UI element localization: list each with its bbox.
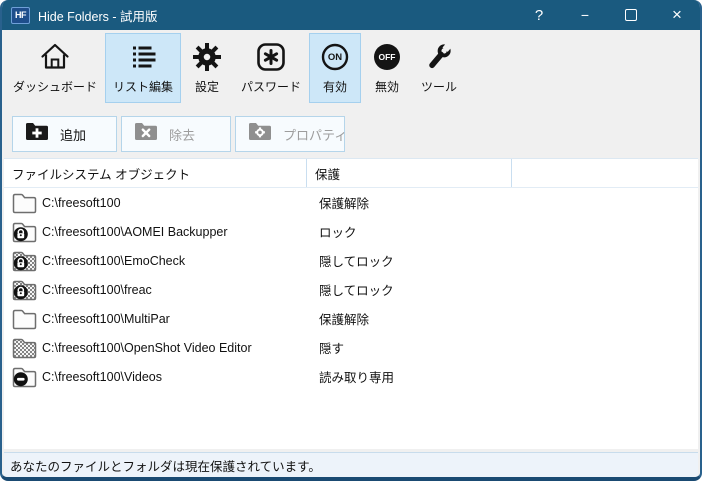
folder-plain-icon <box>12 308 38 330</box>
home-icon <box>37 39 73 75</box>
maximize-icon <box>625 9 637 21</box>
protection-status: 隠してロック <box>319 255 394 269</box>
folder-hidden-icon <box>12 337 38 359</box>
protection-status: ロック <box>319 226 357 240</box>
off-icon: OFF <box>369 39 405 75</box>
folder-readonly-icon <box>12 366 38 388</box>
remove-button-label: 除去 <box>169 127 196 143</box>
folder-lock-icon <box>12 221 38 243</box>
column-header-empty[interactable] <box>512 159 698 187</box>
help-icon: ? <box>534 6 544 24</box>
folder-hidden-lock-icon <box>12 250 38 272</box>
main-toolbar: ダッシュボード リスト編集 設定 パスワード ON 有効 OFF 無効 ツール <box>2 30 700 110</box>
toolbar-item-label: パスワード <box>241 80 302 94</box>
add-button[interactable]: 追加 <box>12 116 117 152</box>
file-path: C:\freesoft100 <box>42 195 121 210</box>
folder-plain-icon <box>12 192 38 214</box>
action-bar: 追加 除去 プロパティ <box>2 110 700 158</box>
title-bar: HF Hide Folders - 試用版 ? − × <box>2 0 700 30</box>
svg-text:OFF: OFF <box>379 52 396 62</box>
toolbar-item-settings[interactable]: 設定 <box>181 33 233 103</box>
table-row[interactable]: C:\freesoft100\EmoCheck 隠してロック <box>4 246 698 275</box>
file-path: C:\freesoft100\AOMEI Backupper <box>42 224 228 239</box>
minimize-icon: − <box>580 7 590 23</box>
toolbar-item-label: 有効 <box>323 80 348 94</box>
list-edit-icon <box>125 39 161 75</box>
toolbar-item-tools[interactable]: ツール <box>413 33 465 103</box>
toolbar-item-password[interactable]: パスワード <box>233 33 309 103</box>
status-message: あなたのファイルとフォルダは現在保護されています。 <box>10 459 321 474</box>
toolbar-item-label: 無効 <box>375 80 400 94</box>
remove-folder-icon <box>134 122 158 146</box>
file-path: C:\freesoft100\OpenShot Video Editor <box>42 340 252 355</box>
toolbar-item-label: ツール <box>421 80 458 94</box>
column-header-protection[interactable]: 保護 <box>307 159 512 187</box>
table-row[interactable]: C:\freesoft100\OpenShot Video Editor 隠す <box>4 333 698 362</box>
file-path: C:\freesoft100\freac <box>42 282 152 297</box>
password-icon <box>253 39 289 75</box>
close-button[interactable]: × <box>654 0 700 30</box>
toolbar-item-dashboard[interactable]: ダッシュボード <box>5 33 105 103</box>
app-icon: HF <box>11 6 30 24</box>
properties-folder-icon <box>248 122 272 146</box>
wrench-icon <box>421 39 457 75</box>
add-button-label: 追加 <box>60 127 87 143</box>
window-title: Hide Folders - 試用版 <box>38 9 158 24</box>
file-list: ファイルシステム オブジェクト 保護 C:\freesoft100 保護解除 C… <box>4 158 698 449</box>
table-row[interactable]: C:\freesoft100\Videos 読み取り専用 <box>4 362 698 391</box>
file-path: C:\freesoft100\Videos <box>42 369 162 384</box>
column-header-filesystem-object[interactable]: ファイルシステム オブジェクト <box>4 159 307 187</box>
file-path: C:\freesoft100\MultiPar <box>42 311 170 326</box>
minimize-button[interactable]: − <box>562 0 608 30</box>
table-row[interactable]: C:\freesoft100\MultiPar 保護解除 <box>4 304 698 333</box>
toolbar-item-label: リスト編集 <box>113 80 174 94</box>
close-icon: × <box>672 5 682 24</box>
protection-status: 保護解除 <box>319 313 370 327</box>
protection-status: 読み取り専用 <box>319 371 395 385</box>
file-path: C:\freesoft100\EmoCheck <box>42 253 186 268</box>
table-row[interactable]: C:\freesoft100 保護解除 <box>4 188 698 217</box>
toolbar-item-disable[interactable]: OFF 無効 <box>361 33 413 103</box>
hide-folders-window: HF Hide Folders - 試用版 ? − × ダッシュボード リスト編… <box>0 0 702 481</box>
table-row[interactable]: C:\freesoft100\AOMEI Backupper ロック <box>4 217 698 246</box>
table-row[interactable]: C:\freesoft100\freac 隠してロック <box>4 275 698 304</box>
protection-status: 隠してロック <box>319 284 394 298</box>
folder-hidden-lock-icon <box>12 279 38 301</box>
status-bar: あなたのファイルとフォルダは現在保護されています。 <box>4 452 698 477</box>
on-icon: ON <box>317 39 353 75</box>
help-button[interactable]: ? <box>516 0 562 30</box>
toolbar-item-label: ダッシュボード <box>13 80 98 94</box>
svg-text:ON: ON <box>328 52 342 63</box>
list-header: ファイルシステム オブジェクト 保護 <box>4 159 698 188</box>
properties-button-label: プロパティ <box>283 127 348 143</box>
add-folder-icon <box>25 122 49 146</box>
toolbar-item-enable[interactable]: ON 有効 <box>309 33 362 103</box>
gear-icon <box>189 39 225 75</box>
protection-status: 隠す <box>319 342 345 356</box>
remove-button[interactable]: 除去 <box>121 116 231 152</box>
properties-button[interactable]: プロパティ <box>235 116 348 152</box>
maximize-button[interactable] <box>608 0 654 30</box>
toolbar-item-list-edit[interactable]: リスト編集 <box>105 33 182 103</box>
protection-status: 保護解除 <box>319 197 370 211</box>
toolbar-item-label: 設定 <box>195 80 220 94</box>
